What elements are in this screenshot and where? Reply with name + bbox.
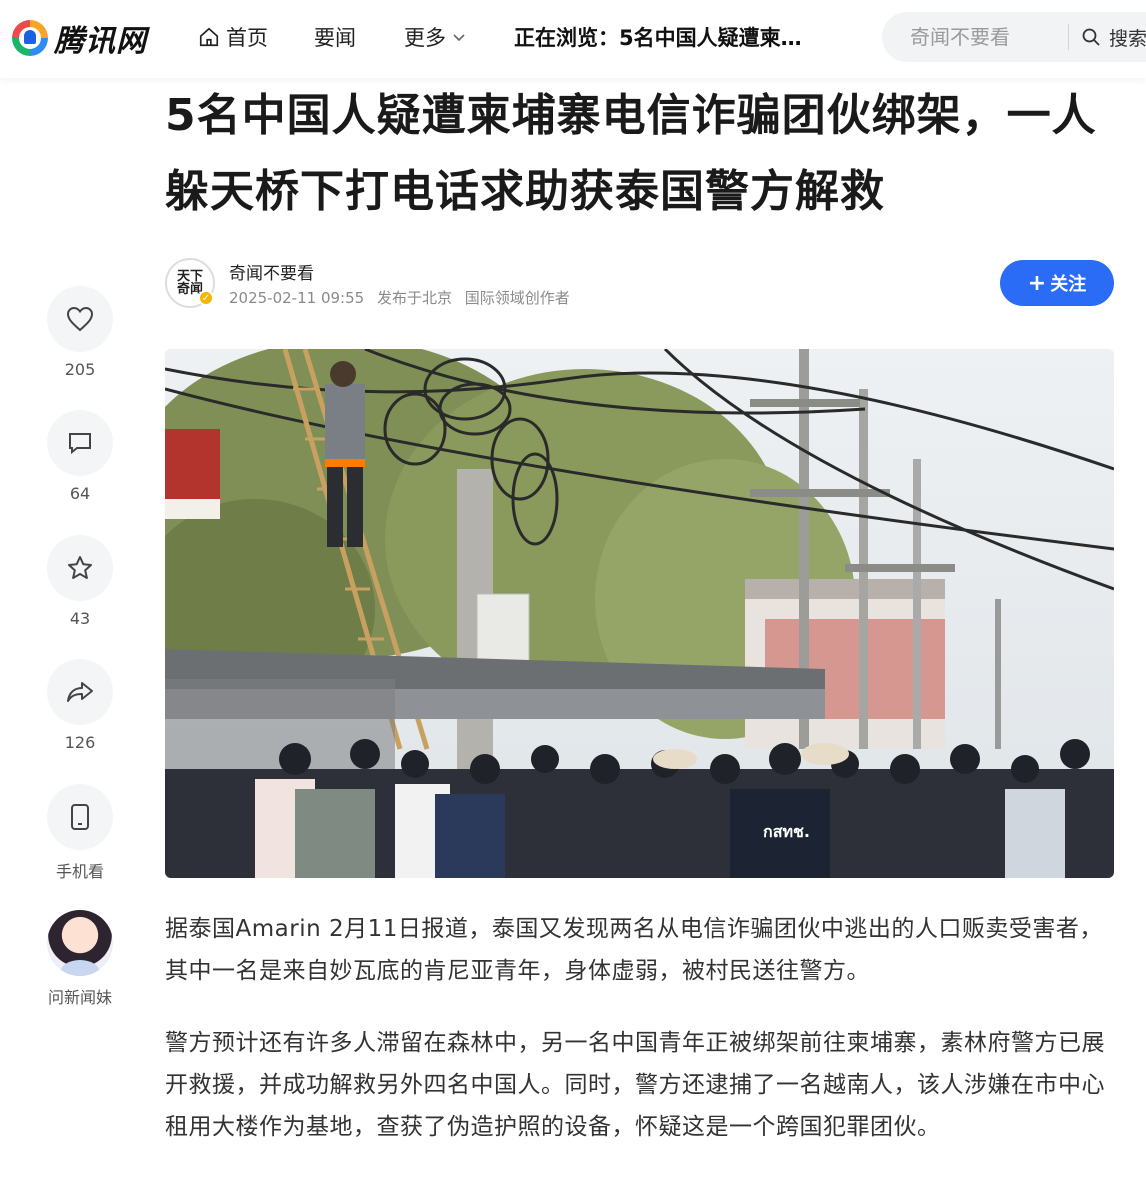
nav-more-label: 更多	[404, 26, 446, 50]
ai-assistant-label: 问新闻妹	[47, 988, 112, 1007]
follow-button-label: 关注	[1050, 274, 1087, 295]
article-title: 5名中国人疑遭柬埔寨电信诈骗团伙绑架，一人躲天桥下打电话求助获泰国警方解救	[165, 90, 1097, 217]
favorite-count: 43	[69, 609, 91, 628]
nav-home-label: 首页	[226, 26, 268, 50]
mobile-view-label: 手机看	[55, 862, 104, 881]
chevron-down-icon	[453, 34, 465, 42]
logo-icon	[12, 20, 48, 56]
mobile-view-action[interactable]: 手机看	[46, 784, 114, 882]
share-count: 126	[64, 733, 96, 752]
star-icon	[68, 556, 92, 579]
ai-assistant-action[interactable]: 问新闻妹	[46, 910, 114, 1008]
article-paragraph-1: 据泰国Amarin 2月11日报道，泰国又发现两名从电信诈骗团伙中逃出的人口贩卖…	[165, 916, 1103, 984]
comment-icon	[69, 433, 91, 455]
article-paragraph-2: 警方预计还有许多人滞留在森林中，另一名中国青年正被绑架前往柬埔寨，素林府警方已展…	[165, 1030, 1105, 1140]
share-action[interactable]: 126	[46, 659, 114, 752]
publish-location: 发布于北京	[376, 289, 452, 307]
ai-assistant-avatar[interactable]	[47, 910, 113, 976]
like-action[interactable]: 205	[46, 286, 114, 379]
search-icon	[1082, 28, 1100, 46]
like-button[interactable]	[47, 286, 113, 352]
follow-button[interactable]: + 关注	[1000, 260, 1114, 306]
favorite-button[interactable]	[47, 535, 113, 601]
search-divider	[1068, 24, 1069, 50]
publish-datetime: 2025-02-11 09:55	[229, 289, 365, 307]
search-button-label: 搜索	[1109, 27, 1146, 50]
logo-text: 腾讯网	[54, 24, 147, 59]
search-button[interactable]: 搜索	[1081, 24, 1146, 51]
now-browsing-title: 正在浏览：5名中国人疑遭柬…	[514, 26, 802, 50]
comment-action[interactable]: 64	[46, 410, 114, 503]
verified-icon: ✓	[198, 290, 214, 306]
tencent-news-logo[interactable]: 腾讯网	[12, 17, 147, 59]
author-name[interactable]: 奇闻不要看	[229, 259, 314, 284]
nav-home[interactable]: 首页	[198, 22, 268, 52]
top-navigation-bar: 腾讯网 首页 要闻 更多 正在浏览：5名中国人疑遭柬… 搜索	[0, 0, 1146, 78]
search-box: 搜索	[882, 12, 1146, 62]
share-button[interactable]	[47, 659, 113, 725]
heart-icon	[66, 306, 94, 332]
nav-news-label: 要闻	[314, 26, 356, 50]
nav-more-dropdown[interactable]: 更多	[404, 22, 466, 52]
article-photo-illustration: กสทช.	[165, 349, 1114, 878]
plus-icon: +	[1027, 270, 1047, 296]
nav-news[interactable]: 要闻	[314, 22, 356, 52]
like-count: 205	[64, 360, 96, 379]
comment-button[interactable]	[47, 410, 113, 476]
mobile-view-button[interactable]	[47, 784, 113, 850]
search-input[interactable]	[910, 25, 1060, 49]
article-photo: กสทช.	[165, 349, 1114, 878]
author-role: 国际领域创作者	[464, 289, 570, 307]
phone-icon	[71, 804, 89, 830]
svg-text:กสทช.: กสทช.	[763, 822, 810, 841]
comment-count: 64	[69, 484, 91, 503]
favorite-action[interactable]: 43	[46, 535, 114, 628]
share-icon	[67, 682, 93, 702]
author-meta: 2025-02-11 09:55 发布于北京 国际领域创作者	[229, 287, 578, 308]
home-icon	[199, 27, 219, 47]
